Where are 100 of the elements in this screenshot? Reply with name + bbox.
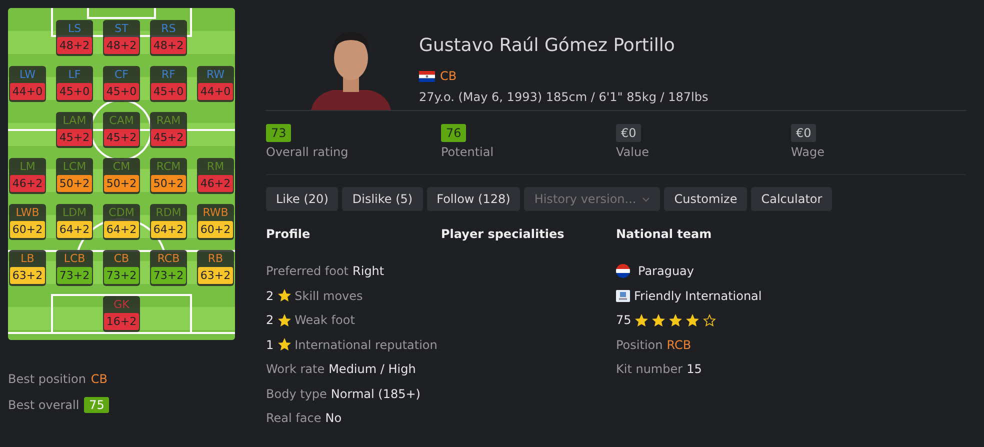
position-tile[interactable]: LCB 73+2 [56, 250, 93, 286]
position-rating: 44+0 [10, 83, 45, 100]
position-rating: 60+2 [198, 221, 233, 238]
position-rating: 64+2 [151, 221, 186, 238]
position-tile[interactable]: LF 45+0 [56, 66, 93, 102]
position-tile[interactable]: RCM 50+2 [150, 158, 187, 194]
position-label: RM [206, 159, 224, 175]
position-label: RDM [156, 205, 182, 221]
position-tile[interactable]: LWB 60+2 [9, 204, 46, 240]
profile-label: Preferred foot [266, 264, 349, 278]
position-label: RCB [157, 251, 180, 267]
position-tile[interactable]: CF 45+0 [103, 66, 140, 102]
position-tile[interactable]: RS 48+2 [150, 20, 187, 56]
chevron-down-icon [642, 196, 650, 202]
position-rating: 45+0 [151, 83, 186, 100]
action-button[interactable]: Follow (128) [426, 187, 520, 211]
competition-name: Friendly International [634, 288, 762, 303]
profile-label: Real face [266, 411, 322, 426]
position-tile[interactable]: RB 63+2 [197, 250, 234, 286]
star-icon [278, 314, 291, 327]
position-tile[interactable]: CDM 64+2 [103, 204, 140, 240]
position-tile[interactable]: RAM 45+2 [150, 112, 187, 148]
national-rating: 75 [616, 313, 632, 328]
best-position-value: CB [90, 372, 108, 386]
stat-label: Potential [441, 145, 494, 159]
best-overall-label: Best overall [8, 398, 80, 412]
position-rating: 45+2 [151, 129, 186, 146]
position-label: LM [20, 159, 36, 175]
position-tile[interactable]: LCM 50+2 [56, 158, 93, 194]
position-label: Position [616, 338, 663, 352]
position-rating: 60+2 [10, 221, 45, 238]
position-tile[interactable]: LS 48+2 [56, 20, 93, 56]
stat-badge: €0 [616, 124, 642, 142]
position-label: LS [68, 21, 82, 37]
action-button[interactable]: Dislike (5) [342, 187, 423, 211]
position-rating: 73+2 [151, 267, 186, 284]
position-tile[interactable]: RWB 60+2 [197, 204, 234, 240]
position-tile[interactable]: CB 73+2 [103, 250, 140, 286]
position-rating: 45+2 [104, 129, 139, 146]
position-tile[interactable]: LM 46+2 [9, 158, 46, 194]
position-tile[interactable]: CM 50+2 [103, 158, 140, 194]
position-tile[interactable]: RF 45+0 [150, 66, 187, 102]
profile-label: Skill moves [294, 288, 363, 303]
best-position-label: Best position [8, 372, 86, 386]
stat-label: Overall rating [266, 145, 348, 159]
star-icon [278, 338, 291, 352]
position-rating: 73+2 [57, 267, 92, 284]
position-label: RAM [156, 113, 181, 129]
position-rating: 44+0 [198, 83, 233, 100]
position-tile[interactable]: RM 46+2 [197, 158, 234, 194]
position-rating: 45+0 [104, 83, 139, 100]
action-button[interactable]: Customize [664, 187, 748, 211]
action-button[interactable]: Like (20) [266, 187, 338, 211]
profile-label: Work rate [266, 362, 325, 376]
position-label: RS [161, 21, 176, 37]
position-label: LAM [62, 113, 86, 129]
stat-badge: €0 [791, 124, 816, 142]
position-rating: 50+2 [151, 175, 186, 192]
position-tile[interactable]: CAM 45+2 [103, 112, 140, 148]
position-tile[interactable]: RDM 64+2 [150, 204, 187, 240]
star-count: 2 [266, 288, 274, 303]
action-button[interactable]: Calculator [751, 187, 832, 211]
player-position: CB [440, 69, 457, 83]
position-tile[interactable]: GK 16+2 [103, 296, 140, 332]
stat-label: Wage [791, 145, 824, 159]
position-label: RB [208, 251, 224, 267]
country-name: Paraguay [638, 264, 694, 278]
kit-value: 15 [686, 362, 702, 376]
position-value: RCB [666, 338, 692, 352]
star-icon [635, 314, 648, 327]
stat-label: Value [616, 145, 649, 159]
star-count: 1 [266, 338, 274, 352]
position-label: LDM [62, 205, 87, 221]
position-rating: 50+2 [57, 175, 92, 192]
player-name: Gustavo Raúl Gómez Portillo [419, 35, 676, 56]
section-title: Profile [266, 227, 312, 241]
position-rating: 45+0 [57, 83, 92, 100]
position-rating: 63+2 [10, 267, 45, 284]
position-label: CM [112, 159, 130, 175]
position-label: RWB [202, 205, 228, 221]
position-rating: 16+2 [104, 313, 139, 330]
position-rating: 64+2 [57, 221, 92, 238]
star-icon [278, 289, 291, 302]
position-tile[interactable]: LW 44+0 [9, 66, 46, 102]
position-label: RW [206, 67, 225, 83]
profile-value: Right [352, 264, 384, 278]
stat-badge: 76 [441, 124, 466, 142]
position-label: CDM [108, 205, 134, 221]
position-label: CAM [109, 113, 134, 129]
position-label: RCM [156, 159, 181, 175]
position-tile[interactable]: ST 48+2 [103, 20, 140, 56]
position-tile[interactable]: RW 44+0 [197, 66, 234, 102]
position-tile[interactable]: RCB 73+2 [150, 250, 187, 286]
position-tile[interactable]: LB 63+2 [9, 250, 46, 286]
position-tile[interactable]: LAM 45+2 [56, 112, 93, 148]
position-rating: 46+2 [198, 175, 233, 192]
position-rating: 64+2 [104, 221, 139, 238]
flag-icon [616, 264, 630, 278]
position-tile[interactable]: LDM 64+2 [56, 204, 93, 240]
star-count: 2 [266, 313, 274, 328]
